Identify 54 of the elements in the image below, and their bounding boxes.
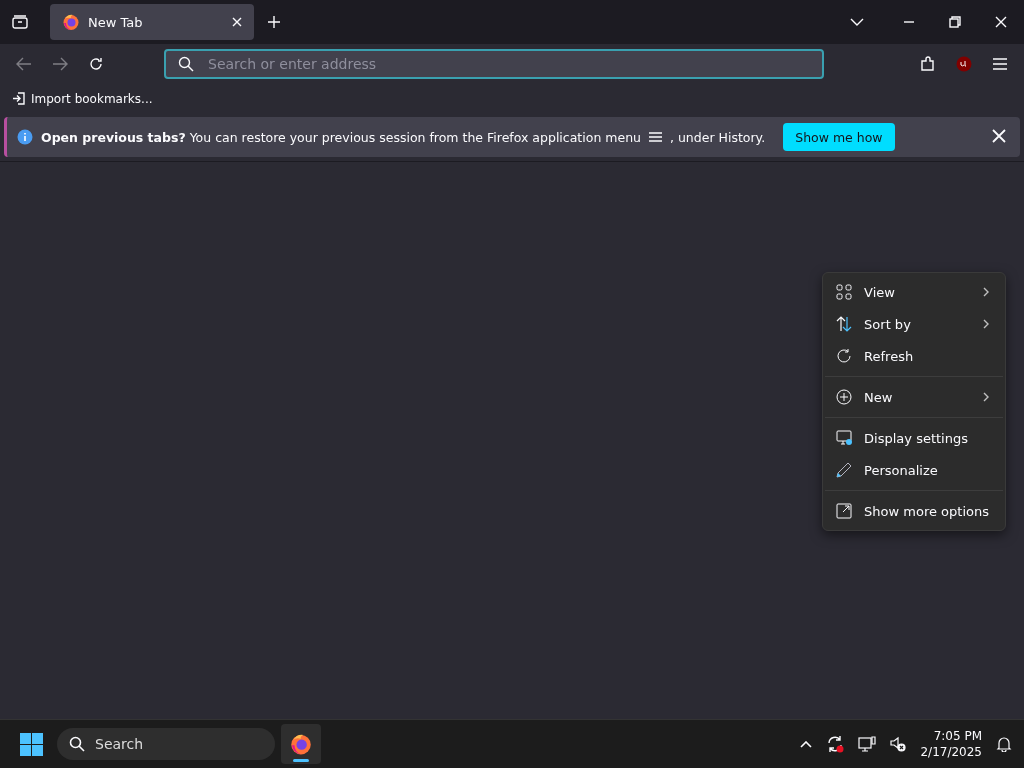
- shield-icon: [956, 56, 972, 72]
- import-icon: [12, 92, 25, 105]
- chevron-up-icon: [800, 740, 813, 748]
- sort-arrows-icon: [836, 316, 853, 332]
- menu-item[interactable]: Show more options: [823, 495, 1005, 527]
- forward-arrow-icon: [52, 57, 68, 71]
- tab-list-icon: [12, 15, 28, 29]
- puzzle-piece-icon: [920, 56, 936, 72]
- info-icon: [17, 129, 33, 145]
- start-button[interactable]: [20, 732, 43, 756]
- chevron-down-icon: [850, 18, 864, 26]
- restore-icon: [949, 16, 961, 28]
- menu-icon: [992, 58, 1008, 70]
- search-icon: [69, 736, 85, 752]
- clock-date: 2/17/2025: [920, 744, 982, 760]
- notification-message: Open previous tabs? You can restore your previous session from the Firefox application menu: [41, 129, 641, 145]
- monitor-icon: [836, 430, 854, 446]
- back-arrow-icon: [16, 57, 32, 71]
- pencil-icon: [836, 462, 853, 478]
- firefox-logo-icon: [289, 732, 313, 756]
- clock-time: 7:05 PM: [933, 728, 982, 744]
- chevron-right-icon: [983, 392, 989, 402]
- minimize-icon: [904, 21, 914, 23]
- chevron-right-icon: [983, 319, 989, 329]
- search-icon: [178, 56, 194, 72]
- grid-icon: [836, 284, 853, 300]
- menu-icon: [649, 132, 662, 142]
- close-icon: [232, 17, 242, 27]
- new-tab-icon: [267, 15, 281, 29]
- muted-speaker-icon: [890, 736, 907, 752]
- refresh-icon: [836, 348, 853, 364]
- menu-item[interactable]: Personalize: [823, 454, 1005, 486]
- show-me-how-button[interactable]: Show me how: [783, 123, 895, 151]
- menu-item[interactable]: Sort by: [823, 308, 1005, 340]
- close-icon: [992, 128, 1006, 143]
- expand-window-icon: [836, 503, 853, 519]
- menu-item[interactable]: View: [823, 276, 1005, 308]
- notification-message: , under History.: [670, 129, 766, 145]
- bell-icon: [996, 736, 1012, 752]
- taskbar-search-field[interactable]: Search: [57, 728, 275, 760]
- browser-tab[interactable]: New Tab: [50, 4, 254, 40]
- reload-icon: [88, 56, 104, 72]
- firefox-logo-icon: [62, 13, 80, 31]
- chevron-right-icon: [983, 287, 989, 297]
- sync-icon: [826, 735, 845, 753]
- address-field[interactable]: Search or enter address: [164, 49, 824, 79]
- menu-item[interactable]: New: [823, 381, 1005, 413]
- menu-item[interactable]: Display settings: [823, 422, 1005, 454]
- network-icon: [858, 736, 877, 752]
- bookmark-item[interactable]: Import bookmarks...: [12, 91, 153, 106]
- taskbar-app[interactable]: [281, 724, 321, 764]
- menu-item[interactable]: Refresh: [823, 340, 1005, 372]
- close-icon: [995, 16, 1007, 28]
- plus-circle-icon: [836, 389, 853, 405]
